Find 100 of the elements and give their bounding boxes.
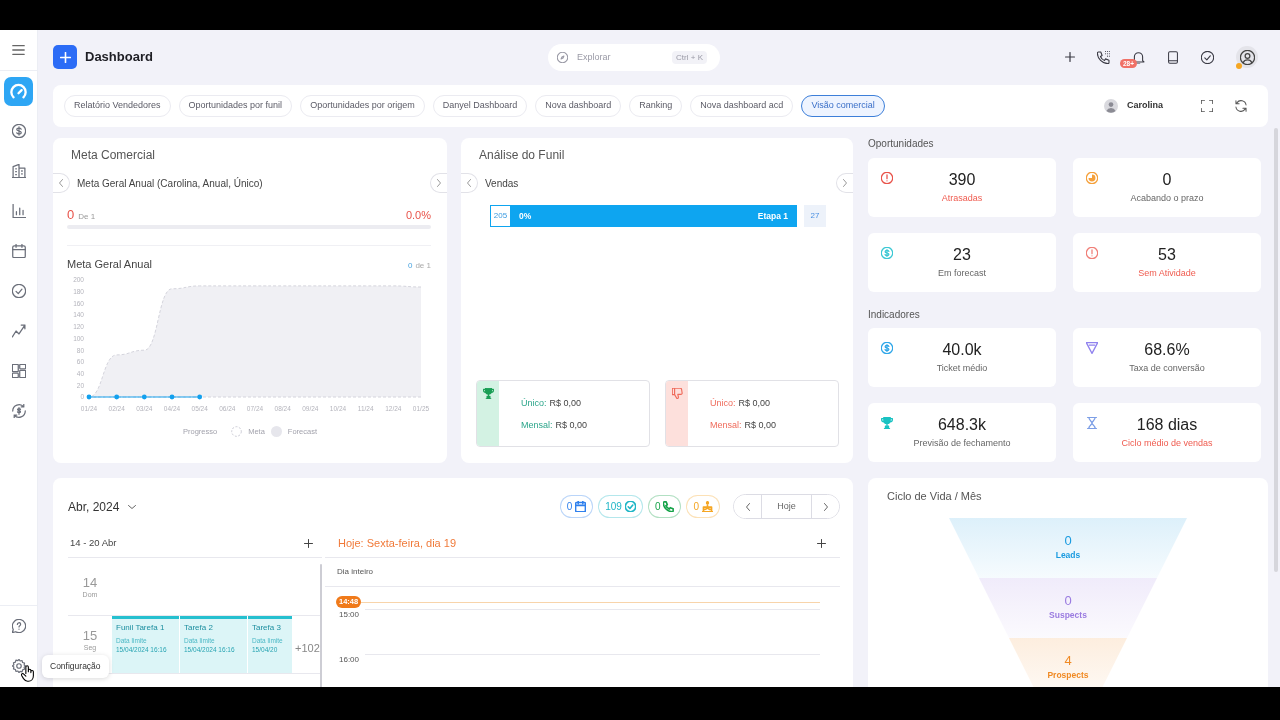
metric-value: 168 dias <box>1136 415 1198 435</box>
outcome-label: Único: <box>710 397 736 410</box>
stage-count: 205 <box>490 205 511 227</box>
page-title: Dashboard <box>85 48 153 67</box>
refresh-icon[interactable] <box>1235 100 1247 112</box>
help-icon <box>11 619 26 633</box>
chart-title: Meta Geral Anual <box>67 257 152 272</box>
user-avatar[interactable] <box>1236 46 1258 68</box>
pipeline-name: Vendas <box>485 176 519 191</box>
chevron-right-icon <box>843 179 847 187</box>
metric-label: Em forecast <box>938 267 986 279</box>
dashboard-tab[interactable]: Nova dashboard acd <box>690 95 794 117</box>
dashboard-tab[interactable]: Visão comercial <box>801 95 885 117</box>
outcome-value: R$ 0,00 <box>738 397 771 410</box>
chart-total-label: de 1 <box>415 260 431 272</box>
outcome-value: R$ 0,00 <box>549 397 582 410</box>
outcome-label: Mensal: <box>710 418 742 432</box>
funnel-stage[interactable]: 0 Suspects <box>979 578 1157 638</box>
chevron-left-icon <box>59 179 63 187</box>
goal-total-label: De 1 <box>78 211 96 223</box>
panel-title: Ciclo de Vida / Mês <box>887 489 983 504</box>
status-dot-icon <box>1236 63 1242 69</box>
panel-title: Meta Comercial <box>71 147 157 163</box>
chevron-down-icon[interactable] <box>128 504 137 509</box>
widgets-icon <box>11 364 26 378</box>
funnel-stage-bar[interactable]: 0% Etapa 1 <box>511 205 797 227</box>
settings-icon <box>11 659 26 673</box>
goal-percent: 0.0% <box>405 208 431 223</box>
day-number: 14 <box>82 575 98 590</box>
dashboard-tab[interactable]: Nova dashboard <box>535 95 622 117</box>
notifications-icon[interactable] <box>1132 50 1145 64</box>
chevron-right-icon <box>823 502 828 511</box>
metric-value: 648.3k <box>937 415 986 435</box>
dashboard-tab[interactable]: Relatório Vendedores <box>64 95 171 117</box>
data-point <box>86 394 92 400</box>
outcome-label: Único: <box>521 397 547 410</box>
counter-pill[interactable]: 0 <box>686 495 720 518</box>
section-title: Oportunidades <box>867 138 935 150</box>
building-icon <box>11 164 26 178</box>
line-chart-icon <box>11 324 26 338</box>
goal-achieved-value: 0 <box>67 206 75 224</box>
counter-pill[interactable]: 0 <box>559 495 594 518</box>
stage-name: Etapa 1 <box>757 209 788 223</box>
trophy-icon <box>482 388 494 399</box>
metric-label: Ticket médio <box>936 362 988 374</box>
stage-label: Suspects <box>1049 609 1087 621</box>
metric-label: Atrasadas <box>941 192 983 204</box>
more-tasks-link[interactable]: +102 <box>295 640 320 673</box>
search-icon <box>557 51 568 63</box>
stage-label: Prospects <box>1047 669 1089 681</box>
funnel-stage[interactable]: 0 Leads <box>949 518 1187 578</box>
pointer-cursor-icon <box>21 665 34 682</box>
plus-icon <box>59 51 71 63</box>
dollar-icon <box>11 124 26 138</box>
gauge-icon <box>10 82 27 100</box>
metric-label: Sem Atividade <box>1138 267 1196 279</box>
data-point <box>197 394 203 400</box>
metric-label: Taxa de conversão <box>1129 362 1205 374</box>
task-title: Funil Tarefa 1 <box>116 623 166 633</box>
task-title: Tarefa 2 <box>184 623 214 633</box>
tablet-icon[interactable] <box>1167 50 1179 64</box>
task-title: Tarefa 3 <box>252 623 282 633</box>
metric-value: 40.0k <box>942 340 982 360</box>
refresh-dollar-icon <box>11 404 26 418</box>
dashboard-tab[interactable]: Ranking <box>629 95 683 117</box>
metric-value: 0 <box>1162 170 1172 190</box>
metric-label: Acabando o prazo <box>1130 192 1204 204</box>
bar-chart-icon <box>11 204 26 218</box>
legend-marker-icon <box>270 426 282 438</box>
stage-value: 0 <box>1064 593 1072 609</box>
thumbs-down-icon <box>671 388 683 399</box>
add-icon[interactable] <box>817 538 826 548</box>
user-icon <box>1239 49 1255 65</box>
goal-name: Meta Geral Anual (Carolina, Anual, Único) <box>77 176 263 191</box>
dashboard-tab[interactable]: Danyel Dashboard <box>432 95 528 117</box>
phone-dialpad-icon[interactable] <box>1097 50 1110 64</box>
plus-icon[interactable] <box>1065 52 1075 62</box>
panel-title: Análise do Funil <box>479 147 566 163</box>
counter-pill[interactable]: 0 <box>647 495 682 518</box>
legend-marker-icon <box>231 426 243 438</box>
add-button[interactable] <box>53 45 77 69</box>
metric-label: Previsão de fechamento <box>913 437 1011 449</box>
today-button[interactable]: Hoje <box>761 495 812 518</box>
chevron-left-icon <box>467 179 471 187</box>
tooltip: Configuração <box>42 655 109 678</box>
counter-pill[interactable]: 109 <box>598 495 643 518</box>
metric-value: 390 <box>948 170 976 190</box>
fullscreen-icon[interactable] <box>1201 100 1213 112</box>
chart-achieved-value: 0 <box>407 260 413 272</box>
stage-total: 27 <box>804 205 826 227</box>
dashboard-tab[interactable]: Oportunidades por origem <box>300 95 425 117</box>
dashboard-tab[interactable]: Oportunidades por funil <box>178 95 293 117</box>
user-name: Carolina <box>1127 99 1163 113</box>
chevron-right-icon <box>437 179 441 187</box>
menu-icon[interactable] <box>12 45 25 55</box>
add-icon[interactable] <box>304 538 313 548</box>
hour-label: 16:00 <box>339 654 361 666</box>
stage-percent: 0% <box>519 209 532 223</box>
data-point <box>169 394 175 400</box>
month-label: Abr, 2024 <box>68 498 120 516</box>
